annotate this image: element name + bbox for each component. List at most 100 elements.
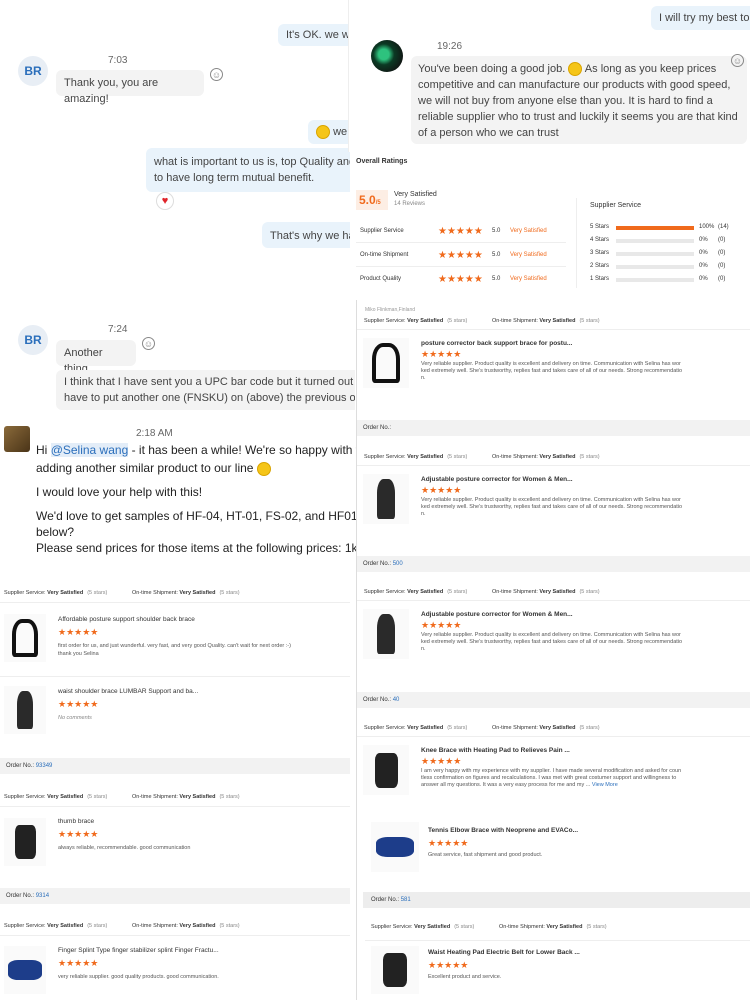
chat-text: reliable supplier who to trust and lucki… xyxy=(418,111,738,123)
overall-score: 5.0/5 xyxy=(356,190,388,210)
order-number: Order No.: 500 xyxy=(357,556,750,572)
product-thumbnail xyxy=(363,338,409,388)
meta-stars: (5 stars) xyxy=(447,589,468,595)
breakdown-label: 5 Stars xyxy=(590,224,610,230)
product-thumbnail-shape xyxy=(16,690,34,730)
order-link[interactable]: 500 xyxy=(393,561,403,567)
product-title[interactable]: Finger Splint Type finger stabilizer spl… xyxy=(58,947,219,954)
mention-link[interactable]: @Selina wang xyxy=(50,443,129,457)
review-stars: ★★★★★ xyxy=(58,699,99,709)
chat-message: That's why we ha xyxy=(262,222,355,248)
rating-stars: ★★★★★ xyxy=(438,226,483,237)
review-stars: ★★★★★ xyxy=(421,620,462,630)
email-text: I would love your help with this! xyxy=(36,485,203,499)
rating-label: Product Quality xyxy=(360,276,402,282)
meta-stars: (5 stars) xyxy=(219,923,240,929)
breakdown-pct: 0% xyxy=(699,276,708,282)
email-panel: 2:18 AM Hi @Selina wang - it has been a … xyxy=(0,418,356,580)
review-meta: On-time Shipment: Very Satisfied (5 stars… xyxy=(492,454,600,460)
review-text: always reliable, recommendable. good com… xyxy=(58,845,191,851)
product-title[interactable]: Adjustable posture corrector for Women &… xyxy=(421,611,573,618)
avatar: BR xyxy=(18,325,48,355)
review-stars: ★★★★★ xyxy=(428,838,469,848)
rating-label: On-time Shipment xyxy=(360,252,409,258)
product-title[interactable]: thumb brace xyxy=(58,818,94,825)
product-title[interactable]: posture corrector back support brace for… xyxy=(421,340,572,347)
order-link[interactable]: 93349 xyxy=(36,763,53,769)
meta-stars: (5 stars) xyxy=(447,454,468,460)
product-thumbnail-shape xyxy=(8,960,42,980)
review-meta: Supplier Service: Very Satisfied (5 stars… xyxy=(4,923,108,929)
reviews-right: Miko Flinkman,Finland Supplier Service: … xyxy=(356,300,750,1000)
review-meta: On-time Shipment: Very Satisfied (5 stars… xyxy=(132,590,240,596)
product-title[interactable]: Tennis Elbow Brace with Neoprene and EVA… xyxy=(428,827,578,834)
review-line: ked extremely well. She's trustworthy, r… xyxy=(421,639,683,645)
email-text: Please send prices for those items at th… xyxy=(36,541,356,555)
email-text: - it has been a while! We're so happy wi… xyxy=(131,443,356,457)
chat-panel-left: It's OK. we wi BR 7:03 Thank you, you ar… xyxy=(0,0,355,415)
review-meta: Supplier Service: Very Satisfied (5 stars… xyxy=(364,589,468,595)
smiley-icon xyxy=(568,62,583,77)
product-title[interactable]: Waist Heating Pad Electric Belt for Lowe… xyxy=(428,949,580,956)
divider xyxy=(356,242,566,243)
review-stars: ★★★★★ xyxy=(58,829,99,839)
product-thumbnail-shape xyxy=(376,479,396,519)
divider xyxy=(357,465,750,466)
chat-text: competitive and can manufacture our prod… xyxy=(418,79,731,91)
product-thumbnail xyxy=(363,745,409,795)
view-more-link[interactable]: View More xyxy=(592,782,618,788)
meta-value: Very Satisfied xyxy=(47,590,84,596)
overall-ratings-panel: Overall Ratings 5.0/5 Very Satisfied 14 … xyxy=(350,152,750,300)
emoji-react-icon[interactable]: ☺ xyxy=(142,337,155,350)
review-meta-group: Supplier Service: Very Satisfied (5 stars… xyxy=(365,924,750,936)
meta-value: Very Satisfied xyxy=(407,589,444,595)
order-link[interactable]: 581 xyxy=(401,897,411,903)
review-meta: Supplier Service: Very Satisfied (5 stars… xyxy=(4,794,108,800)
order-number: Order No.: 581 xyxy=(363,892,750,908)
order-link[interactable]: 9314 xyxy=(36,893,49,899)
meta-value: Very Satisfied xyxy=(47,923,84,929)
breakdown-bar xyxy=(616,239,694,243)
breakdown-divider xyxy=(576,198,577,288)
meta-stars: (5 stars) xyxy=(447,725,468,731)
heart-reaction-icon[interactable]: ♥ xyxy=(156,192,174,210)
meta-stars: (5 stars) xyxy=(447,318,468,324)
emoji-react-icon[interactable]: ☺ xyxy=(731,54,744,67)
meta-value: Very Satisfied xyxy=(407,318,444,324)
review-stars: ★★★★★ xyxy=(58,627,99,637)
breakdown-pct: 0% xyxy=(699,250,708,256)
product-thumbnail-shape xyxy=(383,953,407,987)
review-text: I am very happy with my experience with … xyxy=(421,768,681,789)
review-line: Very reliable supplier. Product quality … xyxy=(421,632,681,638)
chat-text: we will not buy from anyone else than yo… xyxy=(418,95,713,107)
meta-stars: (5 stars) xyxy=(219,590,240,596)
reviews-left: Supplier Service: Very Satisfied (5 stars… xyxy=(0,582,350,1000)
breakdown-label: 1 Stars xyxy=(590,276,610,282)
overall-status: Very Satisfied xyxy=(394,191,437,198)
divider xyxy=(357,736,750,737)
review-meta: On-time Shipment: Very Satisfied (5 stars… xyxy=(132,923,240,929)
product-title[interactable]: Affordable posture support shoulder back… xyxy=(58,616,195,623)
product-title[interactable]: waist shoulder brace LUMBAR Support and … xyxy=(58,688,198,695)
product-title[interactable]: Knee Brace with Heating Pad to Relieves … xyxy=(421,747,570,754)
meta-stars: (5 stars) xyxy=(579,454,600,460)
product-title[interactable]: Adjustable posture corrector for Women &… xyxy=(421,476,573,483)
product-thumbnail xyxy=(4,686,46,734)
chat-message: It's OK. we wi xyxy=(278,24,355,46)
email-text: Hi xyxy=(36,443,48,457)
breakdown-bar xyxy=(616,226,694,230)
review-text: thank you Selina xyxy=(58,651,99,657)
emoji-react-icon[interactable]: ☺ xyxy=(210,68,223,81)
review-meta: Supplier Service: Very Satisfied (5 stars… xyxy=(364,454,468,460)
review-line: n. xyxy=(421,646,426,652)
breakdown-bar-fill xyxy=(616,226,694,230)
rating-label: Supplier Service xyxy=(360,228,404,234)
order-link[interactable]: 40 xyxy=(393,697,400,703)
breakdown-label: 4 Stars xyxy=(590,237,610,243)
review-meta: On-time Shipment: Very Satisfied (5 stars… xyxy=(492,725,600,731)
email-body: Hi @Selina wang - it has been a while! W… xyxy=(36,442,356,556)
divider xyxy=(0,806,350,807)
avatar xyxy=(4,426,30,452)
product-thumbnail-shape xyxy=(14,825,36,859)
review-line: n. xyxy=(421,375,426,381)
